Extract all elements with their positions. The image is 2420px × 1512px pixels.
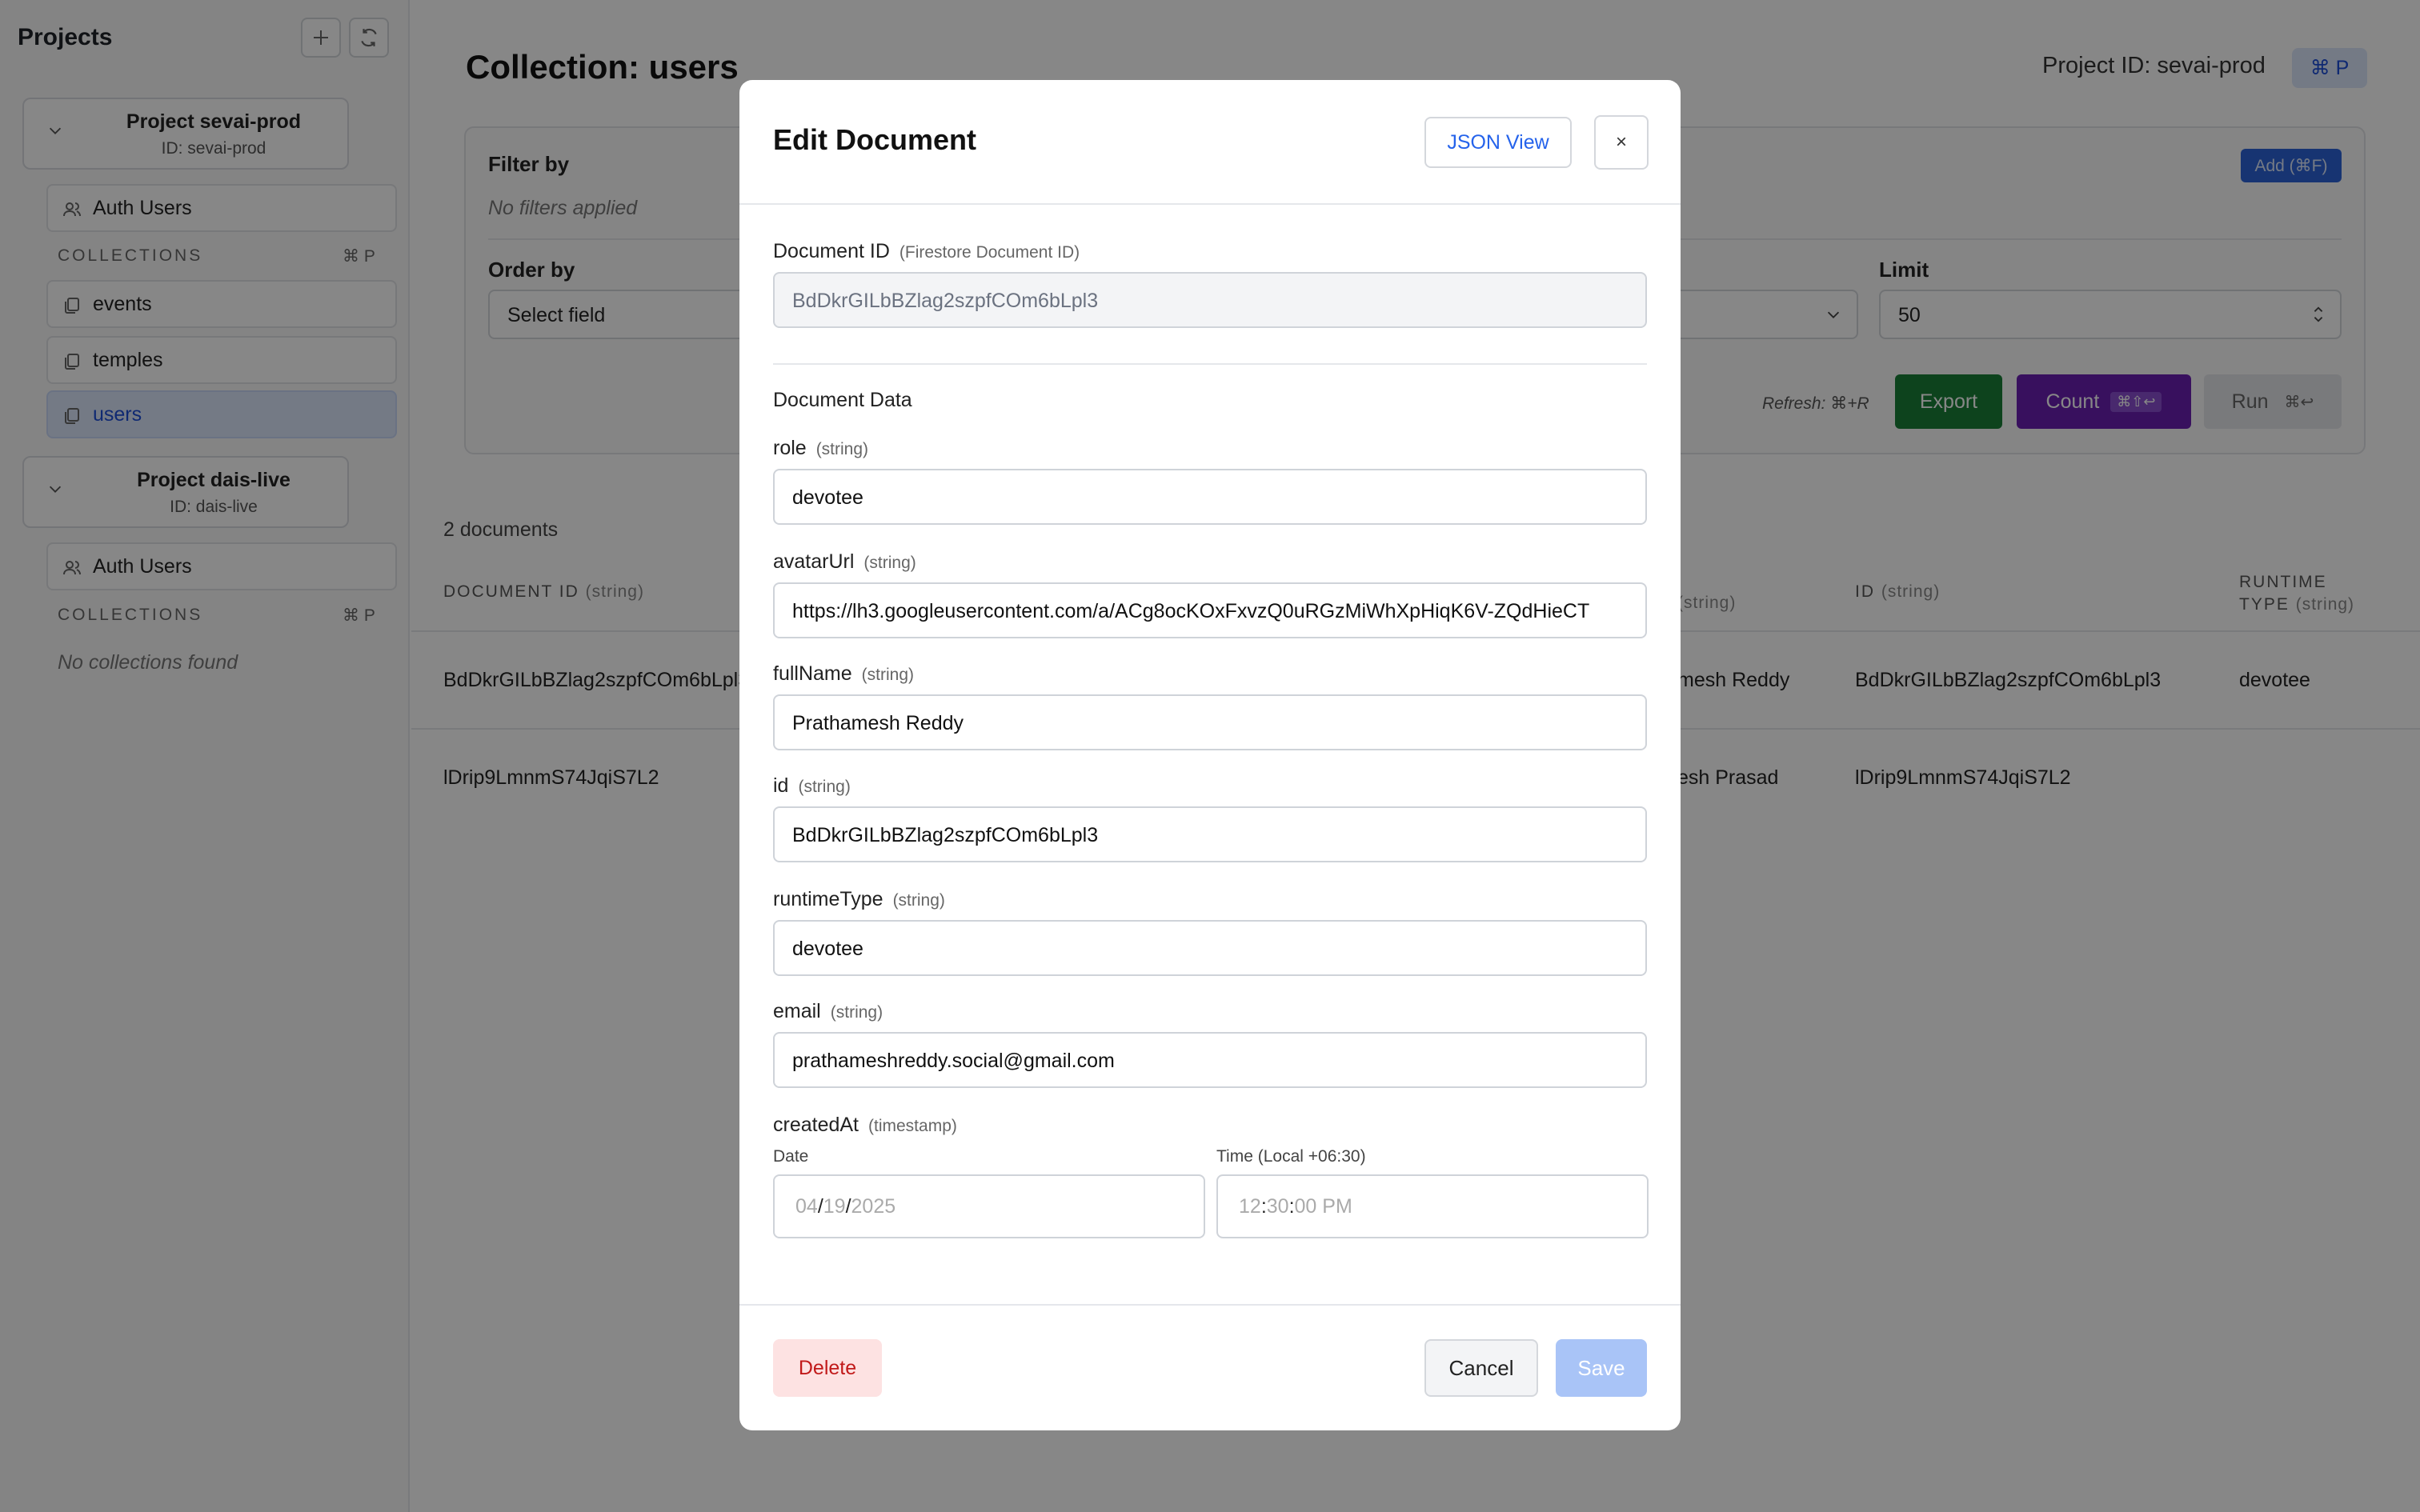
date-separator: /: [845, 1195, 851, 1218]
divider: [739, 203, 1681, 205]
field-label-email: email (string): [773, 1000, 883, 1023]
time-input[interactable]: 12:30:00 PM: [1216, 1174, 1649, 1238]
field-label-role: role (string): [773, 437, 868, 460]
time-separator: :: [1260, 1195, 1267, 1218]
field-name: runtimeType: [773, 888, 883, 910]
save-button[interactable]: Save: [1556, 1339, 1647, 1397]
field-type: (string): [798, 778, 851, 796]
role-field[interactable]: devotee: [773, 469, 1647, 525]
day-segment[interactable]: 19: [823, 1195, 846, 1218]
document-id-field[interactable]: BdDkrGILbBZlag2szpfCOm6bLpl3: [773, 272, 1647, 328]
ampm-segment[interactable]: PM: [1322, 1195, 1352, 1218]
avatarurl-field[interactable]: https://lh3.googleusercontent.com/a/ACg8…: [773, 582, 1647, 638]
field-name: role: [773, 437, 807, 459]
field-type: (string): [815, 440, 869, 458]
field-label-avatarurl: avatarUrl (string): [773, 550, 916, 574]
date-separator: /: [817, 1195, 823, 1218]
fullname-field[interactable]: Prathamesh Reddy: [773, 694, 1647, 750]
time-label: Time (Local +06:30): [1216, 1147, 1366, 1166]
month-segment[interactable]: 04: [795, 1195, 818, 1218]
field-name: avatarUrl: [773, 550, 855, 573]
field-label-createdat: createdAt (timestamp): [773, 1114, 957, 1137]
minute-segment[interactable]: 30: [1267, 1195, 1289, 1218]
dialog-title: Edit Document: [773, 123, 977, 156]
field-label-id: id (string): [773, 774, 851, 798]
cancel-button[interactable]: Cancel: [1424, 1339, 1538, 1397]
field-type: (timestamp): [868, 1117, 957, 1135]
field-type: (string): [892, 891, 945, 910]
email-field[interactable]: prathameshreddy.social@gmail.com: [773, 1032, 1647, 1088]
document-data-heading: Document Data: [773, 389, 912, 411]
edit-document-dialog: Edit Document JSON View × Document ID (Fi…: [739, 80, 1681, 1430]
field-name: Document ID: [773, 240, 890, 262]
field-label-runtimetype: runtimeType (string): [773, 888, 945, 911]
close-icon: ×: [1615, 131, 1627, 153]
field-hint: (Firestore Document ID): [899, 243, 1080, 262]
second-segment[interactable]: 00: [1295, 1195, 1317, 1218]
field-name: id: [773, 774, 789, 797]
field-name: email: [773, 1000, 821, 1022]
field-label-fullname: fullName (string): [773, 662, 914, 686]
document-id-label: Document ID (Firestore Document ID): [773, 240, 1080, 263]
divider: [773, 363, 1647, 365]
field-name: fullName: [773, 662, 852, 685]
id-field[interactable]: BdDkrGILbBZlag2szpfCOm6bLpl3: [773, 806, 1647, 862]
field-type: (string): [861, 666, 914, 684]
delete-button[interactable]: Delete: [773, 1339, 882, 1397]
field-name: createdAt: [773, 1114, 859, 1136]
time-separator: :: [1288, 1195, 1295, 1218]
close-button[interactable]: ×: [1594, 115, 1649, 170]
field-type: (string): [830, 1003, 883, 1022]
divider: [739, 1304, 1681, 1306]
date-input[interactable]: 04/19/2025: [773, 1174, 1205, 1238]
json-view-button[interactable]: JSON View: [1424, 117, 1572, 168]
field-type: (string): [863, 554, 916, 572]
runtimetype-field[interactable]: devotee: [773, 920, 1647, 976]
hour-segment[interactable]: 12: [1239, 1195, 1261, 1218]
year-segment[interactable]: 2025: [851, 1195, 896, 1218]
date-label: Date: [773, 1147, 809, 1166]
